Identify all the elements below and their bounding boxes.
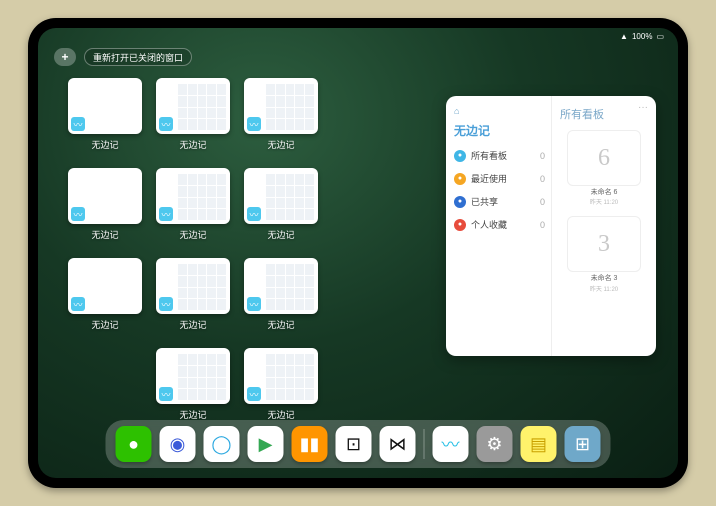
sidebar-item-label: 最近使用: [471, 172, 507, 185]
dock-app-wechat[interactable]: ●: [116, 426, 152, 462]
board-title: 未命名 3: [567, 275, 641, 283]
thumbnail-preview: 〰: [68, 258, 142, 314]
mission-control-grid: 〰无边记〰无边记〰无边记〰无边记〰无边记〰无边记〰无边记〰无边记〰无边记〰无边记…: [66, 78, 408, 432]
freeform-app-icon: 〰: [71, 207, 85, 221]
dock-app-quark[interactable]: ◉: [160, 426, 196, 462]
freeform-app-icon: 〰: [159, 207, 173, 221]
battery-icon: ▭: [656, 32, 664, 41]
dock: ●◉◯▶▮▮⊡⋈ 〰⚙▤⊞: [106, 420, 611, 468]
panel-app-icon: ⌂: [454, 106, 545, 116]
window-thumbnail[interactable]: 〰无边记: [66, 78, 144, 162]
board-card[interactable]: 6 未命名 6昨天 11:20: [567, 130, 641, 206]
window-thumbnail[interactable]: 〰无边记: [154, 168, 232, 252]
sidebar-item[interactable]: ● 个人收藏 0: [454, 218, 545, 231]
sidebar-item-count: 0: [540, 151, 545, 161]
sidebar-item-count: 0: [540, 197, 545, 207]
window-label: 无边记: [179, 138, 206, 151]
window-thumbnail[interactable]: 〰无边记: [154, 258, 232, 342]
thumbnail-preview: 〰: [244, 348, 318, 404]
dock-app-play[interactable]: ▶: [248, 426, 284, 462]
freeform-app-icon: 〰: [159, 297, 173, 311]
new-window-button[interactable]: +: [54, 48, 76, 66]
window-label: 无边记: [179, 228, 206, 241]
board-thumbnail: 3: [567, 216, 641, 272]
sidebar-item[interactable]: ● 最近使用 0: [454, 172, 545, 185]
dock-app-graph[interactable]: ⋈: [380, 426, 416, 462]
board-card[interactable]: 3 未命名 3昨天 11:20: [567, 216, 641, 292]
freeform-app-icon: 〰: [247, 387, 261, 401]
window-label: 无边记: [91, 228, 118, 241]
sidebar-item-label: 所有看板: [471, 149, 507, 162]
dock-app-browser[interactable]: ◯: [204, 426, 240, 462]
sidebar-item[interactable]: ● 所有看板 0: [454, 149, 545, 162]
freeform-app-icon: 〰: [159, 387, 173, 401]
sidebar-item-label: 个人收藏: [471, 218, 507, 231]
dock-app-notes[interactable]: ▤: [521, 426, 557, 462]
window-thumbnail[interactable]: 〰无边记: [66, 168, 144, 252]
reopen-closed-window-button[interactable]: 重新打开已关闭的窗口: [84, 48, 192, 66]
category-icon: ●: [454, 196, 466, 208]
sidebar-item[interactable]: ● 已共享 0: [454, 195, 545, 208]
freeform-app-icon: 〰: [247, 297, 261, 311]
window-thumbnail[interactable]: 〰无边记: [66, 258, 144, 342]
panel-sidebar: ⌂ 无边记 ● 所有看板 0 ● 最近使用 0 ● 已共享 0 ● 个人收藏 0: [446, 96, 552, 356]
sidebar-item-label: 已共享: [471, 195, 498, 208]
thumbnail-preview: 〰: [156, 168, 230, 224]
freeform-app-icon: 〰: [159, 117, 173, 131]
panel-content: ··· 所有看板 6未命名 6昨天 11:203未命名 3昨天 11:20: [552, 96, 656, 356]
sidebar-item-count: 0: [540, 174, 545, 184]
thumbnail-preview: 〰: [156, 78, 230, 134]
ipad-frame: ▲ 100% ▭ + 重新打开已关闭的窗口 〰无边记〰无边记〰无边记〰无边记〰无…: [28, 18, 688, 488]
window-thumbnail[interactable]: 〰无边记: [242, 78, 320, 162]
freeform-app-icon: 〰: [247, 117, 261, 131]
topbar: + 重新打开已关闭的窗口: [54, 48, 192, 66]
freeform-panel[interactable]: ⌂ 无边记 ● 所有看板 0 ● 最近使用 0 ● 已共享 0 ● 个人收藏 0 ··· 所有看板 6…: [446, 96, 656, 356]
category-icon: ●: [454, 173, 466, 185]
window-label: 无边记: [267, 318, 294, 331]
thumbnail-preview: 〰: [68, 168, 142, 224]
dock-app-freeform[interactable]: 〰: [433, 426, 469, 462]
board-subtitle: 昨天 11:20: [567, 284, 641, 293]
thumbnail-preview: 〰: [156, 348, 230, 404]
window-label: 无边记: [179, 318, 206, 331]
window-label: 无边记: [91, 138, 118, 151]
thumbnail-preview: 〰: [244, 168, 318, 224]
dock-app-app-library[interactable]: ⊞: [565, 426, 601, 462]
dock-separator: [424, 429, 425, 459]
window-thumbnail[interactable]: 〰无边记: [154, 78, 232, 162]
sidebar-item-count: 0: [540, 220, 545, 230]
dock-app-books[interactable]: ▮▮: [292, 426, 328, 462]
thumbnail-preview: 〰: [68, 78, 142, 134]
board-title: 未命名 6: [567, 189, 641, 197]
wifi-icon: ▲: [620, 32, 628, 41]
board-thumbnail: 6: [567, 130, 641, 186]
thumbnail-preview: 〰: [244, 258, 318, 314]
category-icon: ●: [454, 150, 466, 162]
thumbnail-preview: 〰: [244, 78, 318, 134]
panel-right-title: 所有看板: [560, 106, 648, 122]
status-bar: ▲ 100% ▭: [620, 32, 664, 41]
freeform-app-icon: 〰: [71, 117, 85, 131]
freeform-app-icon: 〰: [71, 297, 85, 311]
window-label: 无边记: [267, 138, 294, 151]
battery-label: 100%: [632, 32, 652, 41]
window-thumbnail[interactable]: 〰无边记: [242, 258, 320, 342]
thumbnail-preview: 〰: [156, 258, 230, 314]
window-thumbnail[interactable]: 〰无边记: [242, 168, 320, 252]
freeform-app-icon: 〰: [247, 207, 261, 221]
window-label: 无边记: [91, 318, 118, 331]
screen: ▲ 100% ▭ + 重新打开已关闭的窗口 〰无边记〰无边记〰无边记〰无边记〰无…: [38, 28, 678, 478]
dock-app-settings[interactable]: ⚙: [477, 426, 513, 462]
panel-title: 无边记: [454, 122, 545, 139]
dock-app-dice[interactable]: ⊡: [336, 426, 372, 462]
category-icon: ●: [454, 219, 466, 231]
window-label: 无边记: [267, 228, 294, 241]
more-icon[interactable]: ···: [638, 102, 648, 113]
board-subtitle: 昨天 11:20: [567, 197, 641, 206]
